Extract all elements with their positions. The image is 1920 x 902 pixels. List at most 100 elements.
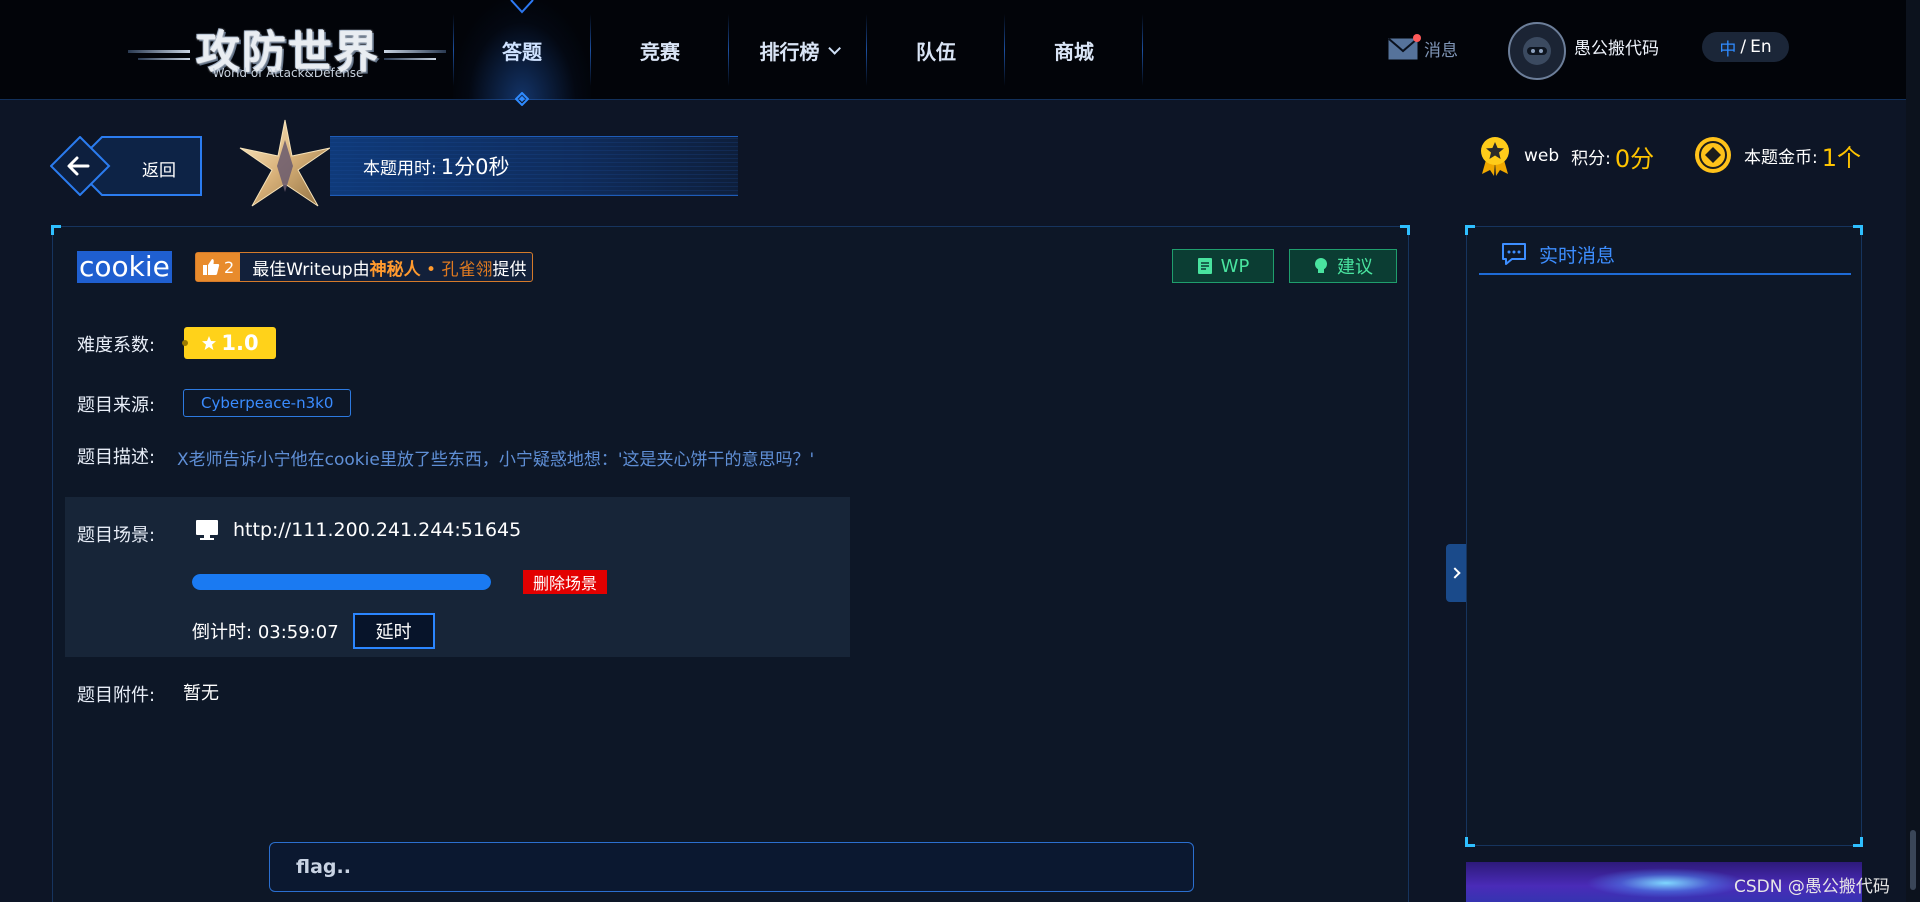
nav-item-team[interactable]: 队伍	[867, 0, 1005, 100]
scene-url-row: http://111.200.241.244:51645	[195, 519, 521, 541]
wp-label: WP	[1220, 255, 1250, 277]
unread-dot	[1413, 33, 1421, 42]
delete-scene-button[interactable]: 删除场景	[523, 570, 608, 594]
delay-button[interactable]: 延时	[352, 613, 435, 649]
score-info: web 积分: 0分	[1478, 136, 1654, 176]
nav-item-label: 商城	[1054, 39, 1094, 64]
medal-icon	[1481, 137, 1509, 176]
likes-badge: 2	[196, 253, 241, 281]
lang-zh[interactable]: 中	[1719, 35, 1736, 60]
nav-item-label: 竞赛	[640, 39, 680, 64]
panel-corner	[1465, 225, 1475, 235]
star-badge-icon	[239, 119, 331, 207]
chevron-right-icon	[1448, 567, 1461, 579]
watermark: CSDN @愚公搬代码	[1734, 877, 1890, 897]
thumbs-up-icon	[203, 259, 220, 275]
best-writeup-badge[interactable]: 2 最佳Writeup由神秘人 • 孔雀翎提供	[195, 252, 534, 282]
username: 愚公搬代码	[1574, 38, 1659, 59]
time-used-box: 本题用时: 1分0秒	[330, 136, 738, 196]
messages-label: 消息	[1424, 41, 1458, 61]
back-button[interactable]: 返回	[49, 135, 202, 197]
description-label: 题目描述:	[77, 447, 156, 468]
countdown-label: 倒计时: 03:59:07	[192, 618, 339, 644]
messages-link[interactable]: 消息	[1388, 33, 1458, 61]
likes-count: 2	[224, 257, 235, 277]
lang-en[interactable]: En	[1750, 37, 1772, 57]
envelope-icon	[1388, 33, 1421, 60]
attachment-label: 题目附件:	[77, 685, 156, 706]
side-panel-toggle[interactable]	[1446, 544, 1466, 602]
nav-item-label: 答题	[502, 39, 542, 64]
panel-corner	[51, 225, 61, 235]
description-text: X老师告诉小宁他在cookie里放了些东西，小宁疑惑地想：'这是夹心饼干的意思吗…	[177, 450, 815, 470]
challenge-title: cookie	[77, 250, 172, 283]
difficulty-label: 难度系数:	[77, 335, 156, 356]
logo-wing-right-2	[384, 58, 436, 60]
source-label: 题目来源:	[77, 395, 156, 416]
lang-separator: /	[1740, 37, 1747, 57]
chevron-down-icon	[827, 41, 841, 55]
scene-progress-fill	[192, 574, 491, 590]
scene-url[interactable]: http://111.200.241.244:51645	[233, 519, 521, 541]
logo-wing-left	[128, 50, 190, 53]
panel-corner	[1853, 225, 1863, 235]
active-indicator-diamond-icon	[515, 92, 529, 106]
source-tag: Cyberpeace-n3k0	[183, 389, 352, 417]
difficulty-value: 1.0	[221, 331, 259, 355]
writeup-prefix: 最佳Writeup由	[252, 259, 370, 280]
writeup-suffix: 提供	[492, 259, 527, 280]
live-messages-header: 实时消息	[1479, 235, 1851, 275]
scene-label: 题目场景:	[77, 525, 156, 546]
countdown-label-text: 倒计时:	[192, 622, 253, 643]
tag-hole	[182, 340, 188, 346]
language-switch[interactable]: 中 / En	[1702, 32, 1789, 62]
monitor-icon	[196, 520, 218, 540]
score-label: 积分:	[1571, 148, 1611, 169]
avatar	[1508, 22, 1566, 80]
top-nav: 攻防世界 World of Attack&Defense 答题 竞赛 排行榜 队…	[0, 0, 1920, 106]
flag-input[interactable]	[269, 842, 1194, 892]
nav-item-answer[interactable]: 答题	[453, 0, 591, 100]
back-label: 返回	[142, 161, 176, 181]
banner-glow	[1586, 868, 1746, 898]
time-used-label: 本题用时:	[363, 158, 437, 179]
coins-info: 本题金币: 1个	[1694, 136, 1861, 174]
nav-item-label: 排行榜	[759, 39, 820, 64]
document-icon	[1197, 258, 1212, 274]
panel-corner	[1400, 225, 1410, 235]
category-label: web	[1524, 146, 1560, 166]
nav-item-shop[interactable]: 商城	[1005, 0, 1143, 100]
user-menu[interactable]: 愚公搬代码	[1508, 22, 1659, 80]
writeup-text: 最佳Writeup由神秘人 • 孔雀翎提供	[240, 255, 532, 280]
logo-text-en: World of Attack&Defense	[212, 66, 364, 80]
logo-wing-right	[384, 50, 446, 53]
panel-corner	[1465, 837, 1475, 847]
star-icon	[202, 336, 217, 350]
nav-item-ranking[interactable]: 排行榜	[729, 0, 867, 100]
live-messages-panel: 实时消息	[1465, 225, 1863, 847]
coin-icon	[1695, 137, 1731, 173]
writeup-author[interactable]: 神秘人	[370, 260, 421, 280]
live-messages-title: 实时消息	[1539, 244, 1616, 267]
countdown-row: 倒计时: 03:59:07 延时	[192, 613, 435, 649]
page-scrollbar[interactable]	[1906, 0, 1920, 902]
advice-button[interactable]: 建议	[1289, 249, 1397, 283]
time-used-value: 1分0秒	[440, 155, 510, 179]
scrollbar-thumb[interactable]	[1910, 830, 1916, 890]
nav-item-competition[interactable]: 竞赛	[591, 0, 729, 100]
difficulty-tag: 1.0	[182, 327, 276, 359]
scene-box: 题目场景: http://111.200.241.244:51645 删除场景 …	[65, 497, 850, 657]
lightbulb-icon	[1315, 258, 1327, 273]
coins-label: 本题金币:	[1744, 147, 1818, 168]
attachment-value: 暂无	[183, 683, 219, 704]
panel-corner	[1853, 837, 1863, 847]
wp-button[interactable]: WP	[1172, 249, 1274, 283]
back-arrow-icon	[49, 135, 202, 197]
site-logo[interactable]: 攻防世界 World of Attack&Defense	[128, 14, 446, 86]
coins-value: 1个	[1821, 143, 1862, 172]
writeup-alias: 孔雀翎	[441, 259, 493, 280]
logo-wing-left-2	[138, 58, 190, 60]
challenge-panel: cookie 2 最佳Writeup由神秘人 • 孔雀翎提供 WP 建议 难度系…	[51, 225, 1410, 902]
main-nav: 答题 竞赛 排行榜 队伍 商城	[453, 0, 1143, 100]
advice-label: 建议	[1337, 257, 1373, 278]
